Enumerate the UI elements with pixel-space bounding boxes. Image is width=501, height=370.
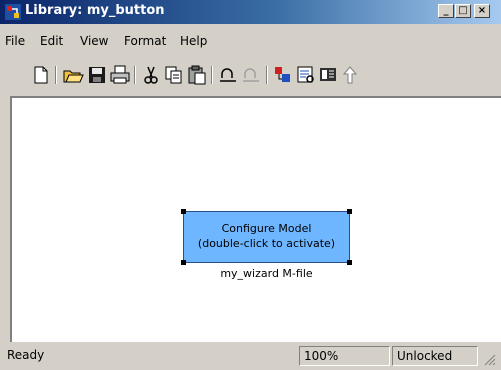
toolbar-separator	[266, 66, 268, 84]
toolbar-separator	[134, 66, 136, 84]
close-button[interactable]: ×	[474, 4, 490, 18]
save-icon[interactable]	[86, 64, 108, 86]
window-title: Library: my_button	[25, 3, 165, 18]
simulink-app-icon	[5, 4, 21, 20]
block-label-line2: (double-click to activate)	[197, 237, 336, 250]
block-label-line1: Configure Model	[221, 222, 312, 235]
menu-format[interactable]: Format	[124, 34, 166, 48]
print-icon[interactable]	[109, 64, 131, 86]
menu-edit[interactable]: Edit	[40, 34, 63, 48]
new-file-icon[interactable]	[30, 64, 52, 86]
library-browser-icon[interactable]	[272, 64, 294, 86]
zoom-level: 100%	[299, 346, 390, 366]
paste-icon[interactable]	[186, 64, 208, 86]
model-explorer-icon[interactable]	[295, 64, 317, 86]
menu-file[interactable]: File	[5, 34, 25, 48]
menu-view[interactable]: View	[80, 34, 108, 48]
undo-icon[interactable]	[217, 64, 239, 86]
maximize-button[interactable]: □	[455, 4, 471, 18]
debugger-icon[interactable]	[317, 64, 339, 86]
menu-help[interactable]: Help	[180, 34, 207, 48]
block-name-caption[interactable]: my_wizard M-file	[183, 267, 350, 280]
selection-handle[interactable]	[347, 209, 352, 214]
redo-icon[interactable]	[240, 64, 262, 86]
cut-icon[interactable]	[140, 64, 162, 86]
resize-grip-icon[interactable]	[482, 352, 496, 366]
toolbar-separator	[211, 66, 213, 84]
minimize-button[interactable]: _	[438, 4, 454, 18]
open-folder-icon[interactable]	[62, 64, 84, 86]
copy-icon[interactable]	[163, 64, 185, 86]
selection-handle[interactable]	[181, 209, 186, 214]
menu-bar: File Edit View Format Help	[0, 34, 501, 54]
status-message: Ready	[7, 348, 45, 362]
lock-status: Unlocked	[392, 346, 478, 366]
selection-handle[interactable]	[181, 260, 186, 265]
go-to-parent-icon[interactable]	[339, 64, 361, 86]
selection-handle[interactable]	[347, 260, 352, 265]
toolbar-separator	[55, 66, 57, 84]
